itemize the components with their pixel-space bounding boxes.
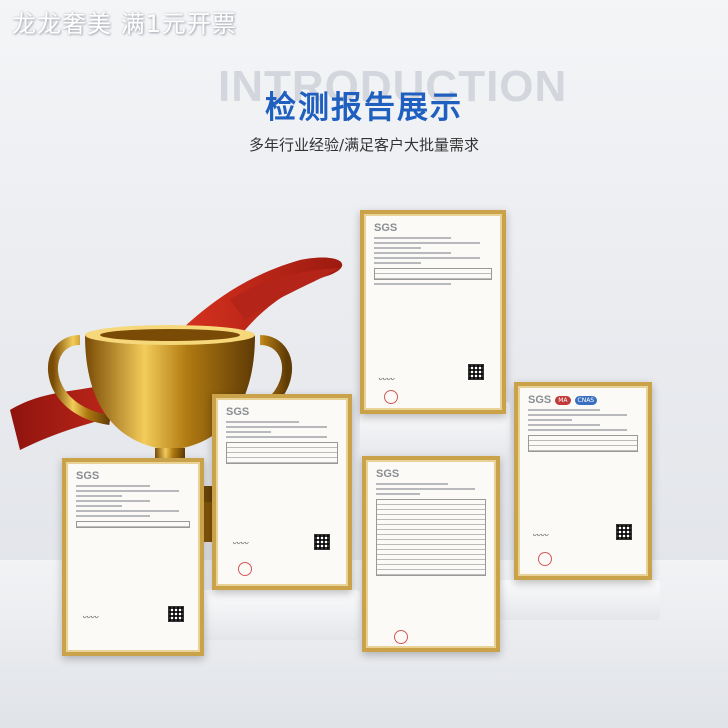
- text-line: [376, 488, 475, 490]
- text-line: [226, 426, 327, 428]
- text-line: [528, 414, 627, 416]
- text-line: [528, 429, 627, 431]
- text-line: [76, 485, 151, 487]
- certificate-bottom-center: SGS: [362, 456, 500, 652]
- sgs-logo: SGS: [374, 222, 398, 234]
- pedestal-left: [200, 590, 360, 640]
- signature: 〰〰: [532, 531, 548, 540]
- certificate-center-left: SGS 〰〰: [212, 394, 352, 590]
- text-line: [374, 257, 481, 259]
- text-line: [374, 247, 422, 249]
- signature: 〰〰: [378, 375, 394, 384]
- stamp-icon: [394, 630, 408, 644]
- stamp-icon: [238, 562, 252, 576]
- text-line: [226, 436, 327, 438]
- cnas-badge: CNAS: [574, 395, 598, 405]
- sgs-logo: SGS: [226, 406, 250, 418]
- text-line: [374, 242, 481, 244]
- signature: 〰〰: [82, 613, 98, 622]
- text-line: [76, 515, 151, 517]
- signature: 〰〰: [232, 539, 248, 548]
- certificate-right: SGS MA CNAS 〰〰: [514, 382, 652, 580]
- pedestal-right: [500, 580, 660, 620]
- ma-badge: MA: [555, 395, 571, 405]
- sgs-logo: SGS: [528, 394, 552, 406]
- report-table: [528, 435, 638, 452]
- qr-code-icon: [468, 364, 484, 380]
- text-line: [374, 252, 451, 254]
- stamp-icon: [538, 552, 552, 566]
- text-line: [376, 483, 448, 485]
- report-table: [226, 442, 338, 464]
- qr-code-icon: [616, 524, 632, 540]
- text-line: [76, 495, 122, 497]
- text-line: [376, 493, 420, 495]
- report-table: [374, 268, 492, 280]
- page-title: 检测报告展示: [265, 90, 463, 126]
- certificate-logos: SGS MA CNAS: [528, 394, 638, 406]
- text-line: [528, 419, 572, 421]
- text-line: [76, 505, 122, 507]
- text-line: [226, 421, 299, 423]
- watermark-text: 龙龙奢美 满1元开票: [12, 10, 237, 38]
- stamp-icon: [384, 390, 398, 404]
- qr-code-icon: [314, 534, 330, 550]
- text-line: [528, 424, 600, 426]
- page-subtitle: 多年行业经验/满足客户大批量需求: [248, 136, 480, 154]
- text-line: [374, 237, 451, 239]
- qr-code-icon: [168, 606, 184, 622]
- text-line: [374, 283, 451, 285]
- text-line: [76, 500, 151, 502]
- certificate-left: SGS 〰〰: [62, 458, 204, 656]
- text-line: [226, 431, 271, 433]
- report-table: [76, 521, 190, 528]
- certificate-top: SGS 〰〰: [360, 210, 506, 414]
- text-line: [76, 510, 179, 512]
- sgs-logo: SGS: [376, 468, 400, 480]
- text-line: [76, 490, 179, 492]
- sgs-logo: SGS: [76, 470, 100, 482]
- text-line: [374, 262, 422, 264]
- text-line: [528, 409, 600, 411]
- report-table: [376, 499, 486, 576]
